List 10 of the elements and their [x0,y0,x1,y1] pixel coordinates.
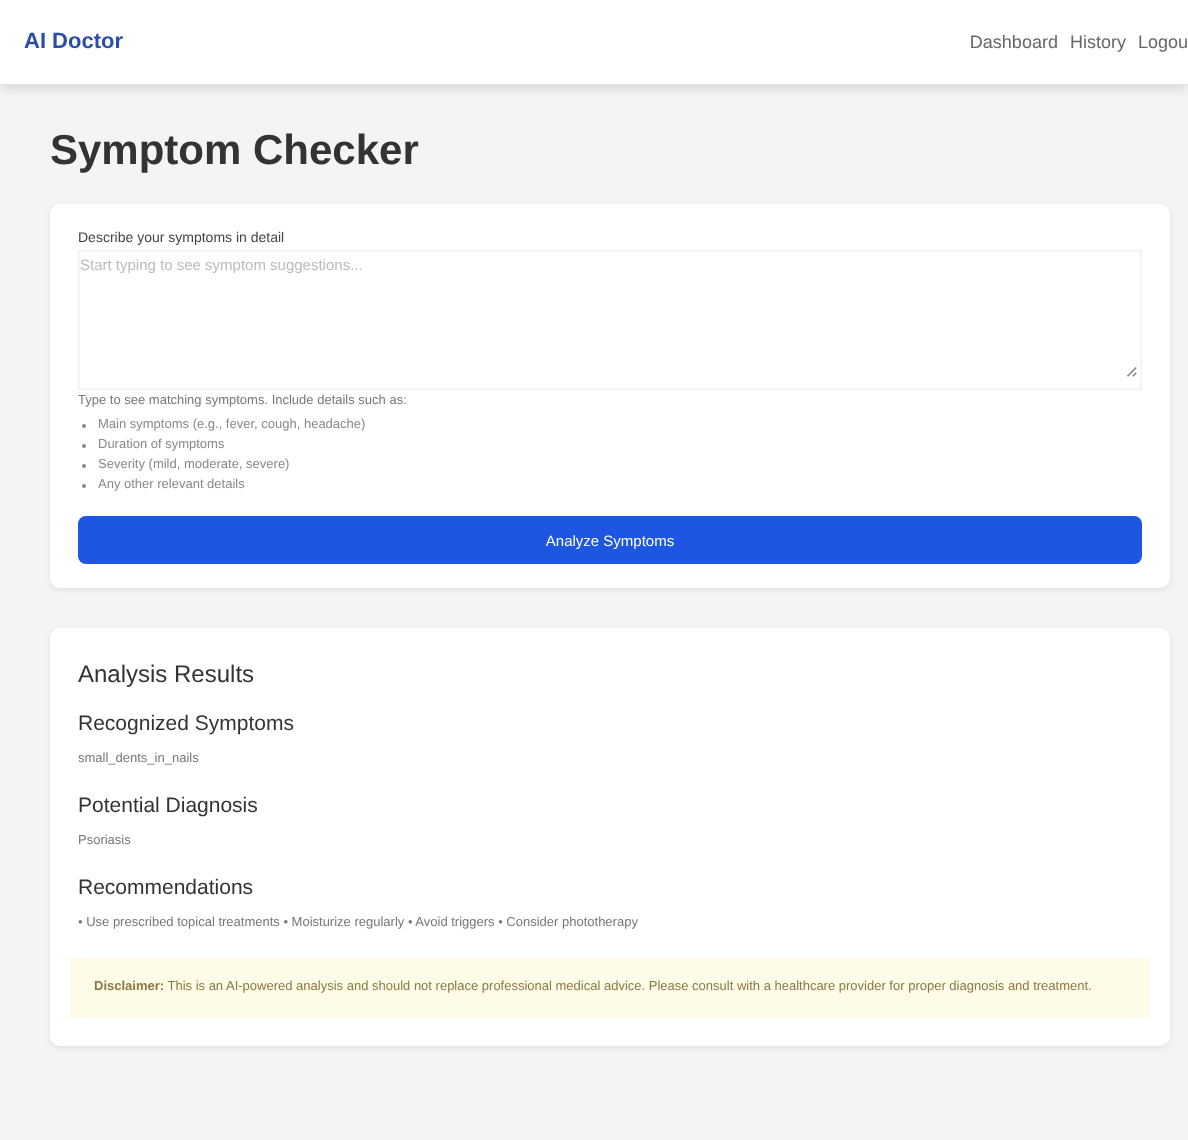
resize-handle-icon[interactable] [1124,364,1138,378]
results-title: Analysis Results [78,660,257,688]
section-heading: Recognized Symptoms [78,712,296,736]
page-title: Symptom Checker [50,128,421,176]
nav-link[interactable]: Logou [1137,32,1188,52]
section-heading: Recommendations [78,876,256,900]
brand-link[interactable]: AI Doctor [24,30,123,54]
section-heading: Potential Diagnosis [78,794,260,818]
nav-link[interactable]: History [1069,32,1126,52]
nav-link[interactable]: Dashboard [969,32,1058,52]
